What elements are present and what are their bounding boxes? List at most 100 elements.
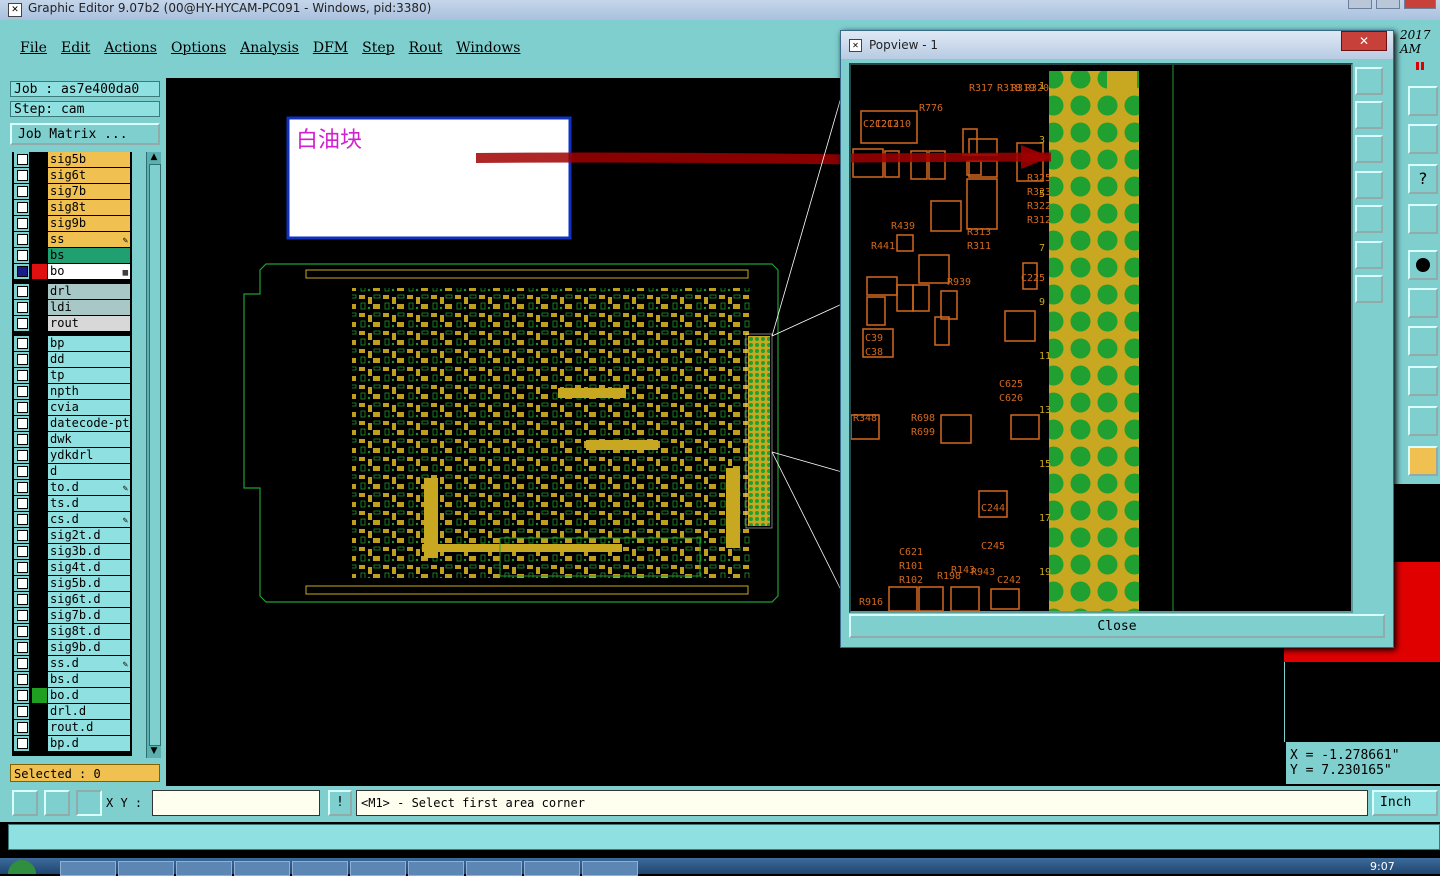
scroll-down-icon[interactable]: ▼ [148,746,160,756]
layer-color-swatch[interactable] [32,432,47,447]
layer-row[interactable]: datecode-pth [12,416,132,431]
layer-checkbox[interactable] [17,266,28,277]
layer-checkbox[interactable] [17,218,28,229]
layer-checkbox[interactable] [17,450,28,461]
menu-file[interactable]: File [20,40,47,56]
maximize-button[interactable] [1376,0,1400,9]
layer-row[interactable]: d [12,464,132,479]
layer-row[interactable]: ldi [12,300,132,315]
layer-color-swatch[interactable] [32,200,47,215]
layer-checkbox[interactable] [17,318,28,329]
layer-checkbox[interactable] [17,514,28,525]
layer-color-swatch[interactable] [32,216,47,231]
feature-icon[interactable] [1408,326,1438,356]
layer-color-swatch[interactable] [32,592,47,607]
layer-row[interactable]: rout [12,316,132,331]
popview-close-button[interactable]: Close [849,614,1385,638]
layer-checkbox[interactable] [17,370,28,381]
layer-row[interactable]: rout.d [12,720,132,735]
layer-row[interactable]: npth [12,384,132,399]
layer-row[interactable]: cs.d ✎ [12,512,132,527]
layer-color-swatch[interactable] [32,416,47,431]
layer-color-swatch[interactable] [32,352,47,367]
layer-checkbox[interactable] [17,594,28,605]
layer-checkbox[interactable] [17,202,28,213]
layer-row[interactable]: dd [12,352,132,367]
layer-color-swatch[interactable] [32,232,47,247]
layer-checkbox[interactable] [17,250,28,261]
layer-color-swatch[interactable] [32,184,47,199]
layer-color-swatch[interactable] [32,248,47,263]
layer-color-swatch[interactable] [32,316,47,331]
menu-windows[interactable]: Windows [456,40,520,56]
snap-grid-icon[interactable] [1408,204,1438,234]
layer-row[interactable]: sig6t [12,168,132,183]
layer-checkbox[interactable] [17,530,28,541]
layer-row[interactable]: sig5b [12,152,132,167]
layer-row[interactable]: tp [12,368,132,383]
layer-color-swatch[interactable] [32,400,47,415]
layer-color-swatch[interactable] [32,640,47,655]
layer-row[interactable]: sig9b.d [12,640,132,655]
arc-icon[interactable] [1408,406,1438,436]
layer-row[interactable]: bo ▦ [12,264,132,279]
minimize-button[interactable] [1348,0,1372,9]
layer-checkbox[interactable] [17,170,28,181]
layer-color-swatch[interactable] [32,608,47,623]
layer-checkbox[interactable] [17,674,28,685]
grid-icon[interactable] [76,790,102,816]
job-matrix-button[interactable]: Job Matrix ... [10,123,160,145]
layer-color-swatch[interactable] [32,672,47,687]
popview-down-icon[interactable] [1355,135,1383,163]
layer-row[interactable]: bs [12,248,132,263]
layer-checkbox[interactable] [17,154,28,165]
layer-checkbox[interactable] [17,482,28,493]
layer-color-swatch[interactable] [32,284,47,299]
layer-row[interactable]: sig7b.d [12,608,132,623]
menu-edit[interactable]: Edit [61,40,90,56]
layer-checkbox[interactable] [17,386,28,397]
layer-row[interactable]: drl [12,284,132,299]
layer-color-swatch[interactable] [32,336,47,351]
layer-checkbox[interactable] [17,434,28,445]
layer-color-swatch[interactable] [32,168,47,183]
layer-checkbox[interactable] [17,658,28,669]
layer-checkbox[interactable] [17,562,28,573]
menu-rout[interactable]: Rout [409,40,443,56]
menu-analysis[interactable]: Analysis [240,40,299,56]
layer-checkbox[interactable] [17,402,28,413]
layer-color-swatch[interactable] [32,688,47,703]
popview-zoom-out-icon[interactable] [1355,275,1383,303]
cursor-mode-icon[interactable] [44,790,70,816]
measure-icon[interactable] [1408,124,1438,154]
units-selector[interactable]: Inch [1372,790,1438,816]
layer-color-swatch[interactable] [32,264,47,279]
exclaim-button[interactable]: ! [328,790,352,816]
layer-color-swatch[interactable] [32,576,47,591]
layer-row[interactable]: bp.d [12,736,132,751]
layer-checkbox[interactable] [17,286,28,297]
layer-list-scrollbar[interactable]: ▲ ▼ [146,152,161,758]
layer-color-swatch[interactable] [32,300,47,315]
layer-checkbox[interactable] [17,706,28,717]
layer-row[interactable]: dwk [12,432,132,447]
popview-up-icon[interactable] [1355,101,1383,129]
layer-checkbox[interactable] [17,738,28,749]
scroll-thumb[interactable] [149,164,161,746]
layer-checkbox[interactable] [17,466,28,477]
layer-checkbox[interactable] [17,186,28,197]
layer-row[interactable]: sig8t.d [12,624,132,639]
select-icon[interactable] [1408,446,1438,476]
layer-color-swatch[interactable] [32,704,47,719]
scroll-up-icon[interactable]: ▲ [148,152,160,162]
layer-color-swatch[interactable] [32,512,47,527]
layer-row[interactable]: sig9b [12,216,132,231]
layer-row[interactable]: cvia [12,400,132,415]
layer-color-swatch[interactable] [32,624,47,639]
layer-checkbox[interactable] [17,338,28,349]
shape-icon[interactable] [1408,366,1438,396]
layer-row[interactable]: sig3b.d [12,544,132,559]
layer-color-swatch[interactable] [32,736,47,751]
layer-row[interactable]: sig6t.d [12,592,132,607]
popview-right-icon[interactable] [1355,205,1383,233]
